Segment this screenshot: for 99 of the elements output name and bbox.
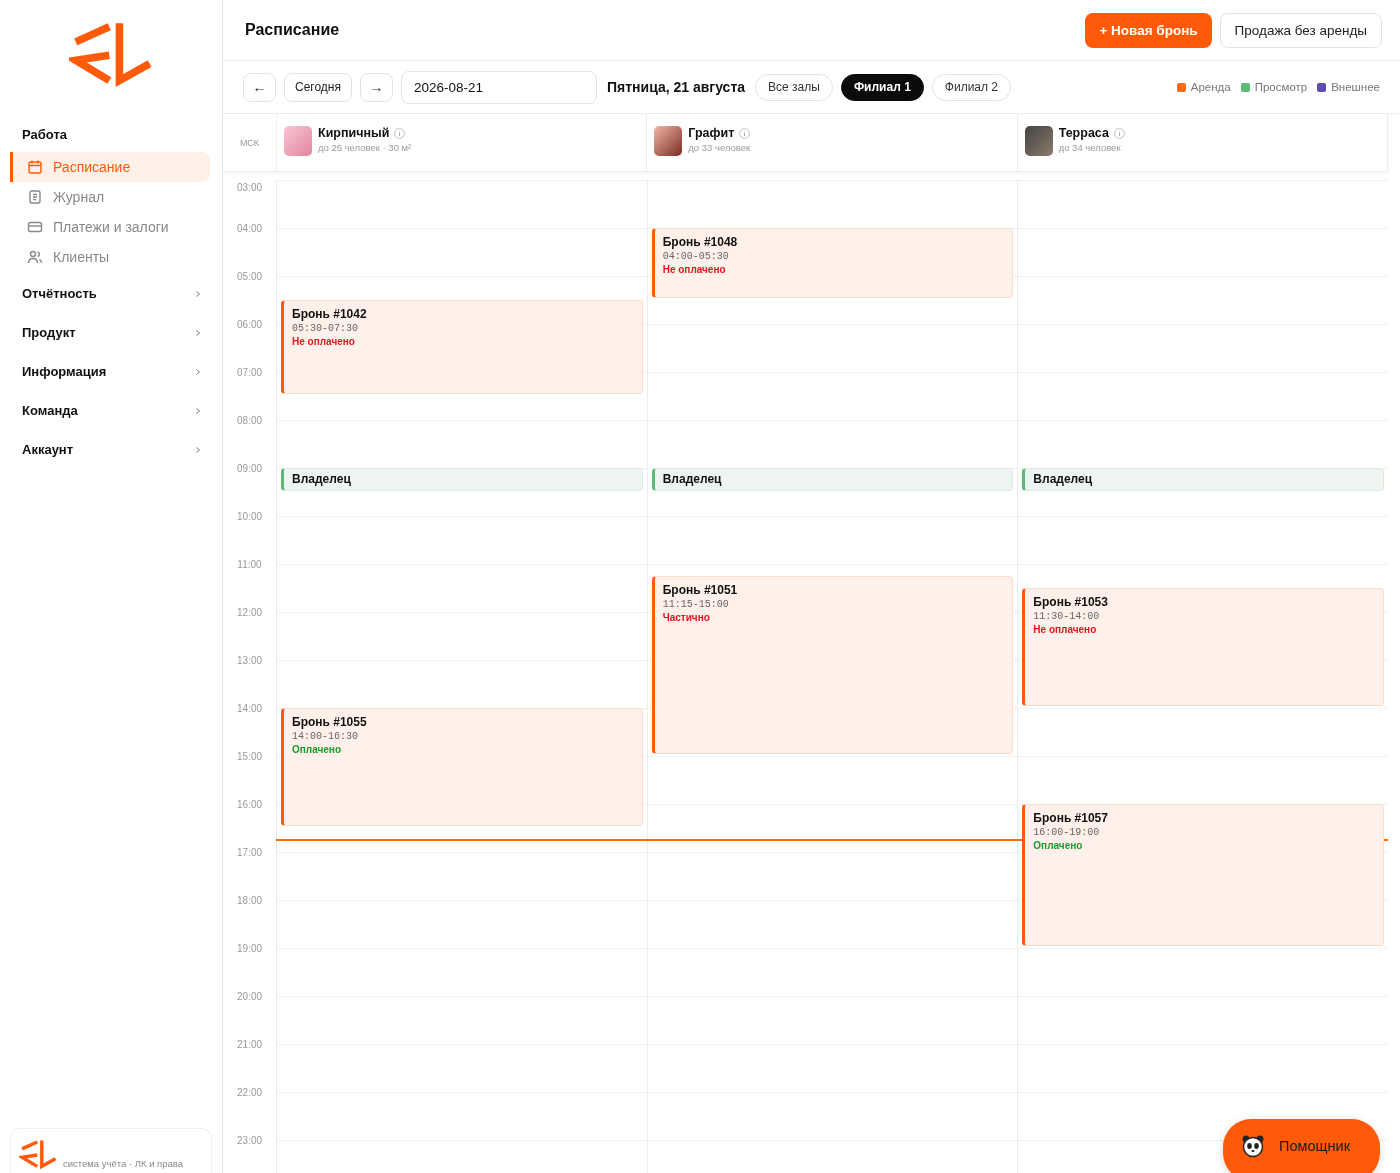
filter-chip[interactable]: Все залы bbox=[755, 73, 833, 101]
legend-label: Внешнее bbox=[1331, 81, 1380, 93]
booking-time: 14:00-16:30 bbox=[292, 731, 359, 742]
booking-title: Бронь #1055 bbox=[292, 715, 368, 729]
document-icon bbox=[27, 189, 43, 206]
booking-title: Бронь #1053 bbox=[1033, 595, 1109, 609]
legend-label: Просмотр bbox=[1254, 81, 1308, 93]
payment-status: Оплачено bbox=[292, 744, 342, 755]
booking-title: Бронь #1051 bbox=[662, 583, 739, 597]
sidebar-section[interactable]: Аккаунт bbox=[10, 432, 210, 468]
room-name: Кирпичный bbox=[318, 126, 390, 140]
booking-title: Бронь #1048 bbox=[662, 235, 739, 249]
booking-time: 16:00-19:00 bbox=[1033, 827, 1101, 838]
booking-title: Бронь #1057 bbox=[1033, 811, 1109, 825]
info-icon[interactable] bbox=[394, 127, 406, 139]
hour-label: 23:00 bbox=[236, 1134, 263, 1146]
owner-block[interactable]: Владелец bbox=[281, 468, 643, 491]
photo-placeholder bbox=[654, 126, 683, 156]
owner-title: Владелец bbox=[662, 472, 723, 486]
chevron-icon bbox=[196, 290, 200, 297]
booking-card[interactable]: Бронь #1053 11:30-14:00 Не оплачено bbox=[1022, 588, 1384, 706]
hour-label: 08:00 bbox=[236, 414, 263, 426]
room-capacity: до 25 человек · 30 м² bbox=[318, 142, 412, 153]
hour-label: 17:00 bbox=[236, 846, 263, 858]
booking-time: 11:15-15:00 bbox=[662, 599, 730, 610]
hour-label: 12:00 bbox=[236, 606, 263, 618]
people-icon bbox=[27, 249, 43, 266]
hour-label: 18:00 bbox=[236, 894, 263, 906]
payment-status: Не оплачено bbox=[292, 336, 356, 347]
hour-label: 13:00 bbox=[236, 654, 263, 666]
calendar-icon bbox=[27, 159, 43, 176]
booking-card[interactable]: Бронь #1042 05:30-07:30 Не оплачено bbox=[281, 300, 643, 394]
chevron-icon bbox=[196, 407, 200, 414]
owner-block[interactable]: Владелец bbox=[651, 468, 1014, 491]
info-icon[interactable] bbox=[1113, 127, 1125, 139]
sidebar-item[interactable]: Клиенты bbox=[10, 242, 210, 273]
sidebar-item[interactable]: Платежи и залоги bbox=[10, 212, 210, 243]
booking-time: 11:30-14:00 bbox=[1033, 611, 1101, 622]
owner-title: Владелец bbox=[1033, 472, 1094, 486]
previous-button[interactable]: ← bbox=[243, 72, 276, 102]
sidebar-section[interactable]: Работа bbox=[10, 117, 210, 153]
sidebar-section[interactable]: Продукт bbox=[10, 315, 210, 351]
sidebar-section[interactable]: Отчётность bbox=[10, 276, 210, 312]
today-button[interactable]: Сегодня bbox=[284, 72, 352, 102]
payment-status: Оплачено bbox=[1033, 840, 1084, 851]
timezone-label: МСК bbox=[223, 114, 277, 171]
hour-label: 05:00 bbox=[236, 270, 263, 282]
room-capacity: до 33 человек bbox=[688, 142, 751, 153]
photo-placeholder bbox=[284, 126, 312, 156]
payment-status: Частично bbox=[662, 612, 711, 623]
hour-label: 20:00 bbox=[236, 990, 263, 1002]
sidebar-section[interactable]: Информация bbox=[10, 354, 210, 390]
room-capacity: до 34 человек bbox=[1058, 142, 1122, 153]
hour-label: 07:00 bbox=[236, 366, 263, 378]
payment-status: Не оплачено bbox=[662, 264, 727, 275]
sale-button[interactable]: Продажа без аренды bbox=[1219, 12, 1382, 48]
booking-title: Бронь #1042 bbox=[292, 307, 368, 321]
booking-card[interactable]: Бронь #1055 14:00-16:30 Оплачено bbox=[281, 708, 643, 826]
booking-card[interactable]: Бронь #1051 11:15-15:00 Частично bbox=[651, 576, 1014, 754]
filter-chip[interactable]: Филиал 1 bbox=[840, 73, 924, 101]
next-button[interactable]: → bbox=[360, 72, 393, 102]
booking-card[interactable]: Бронь #1048 04:00-05:30 Не оплачено bbox=[651, 228, 1014, 298]
hour-label: 22:00 bbox=[236, 1086, 263, 1098]
booking-time: 04:00-05:30 bbox=[662, 251, 730, 262]
chevron-icon bbox=[196, 329, 200, 336]
hour-label: 10:00 bbox=[236, 510, 263, 522]
booking-time: 05:30-07:30 bbox=[292, 323, 359, 334]
assistant-button[interactable]: Помощник bbox=[1223, 1119, 1380, 1173]
filter-chip[interactable]: Филиал 2 bbox=[931, 73, 1012, 101]
hour-label: 16:00 bbox=[236, 798, 263, 810]
payment-status: Не оплачено bbox=[1033, 624, 1098, 635]
photo-placeholder bbox=[1024, 126, 1053, 156]
info-icon[interactable] bbox=[739, 127, 751, 139]
logo-icon bbox=[19, 1138, 57, 1169]
hour-label: 11:00 bbox=[236, 558, 263, 570]
sidebar-section[interactable]: Команда bbox=[10, 393, 210, 429]
chevron-icon bbox=[196, 368, 200, 375]
hour-label: 09:00 bbox=[236, 462, 263, 474]
hour-label: 06:00 bbox=[236, 318, 263, 330]
room-name: Терраса bbox=[1058, 126, 1109, 140]
date-label: Пятница, 21 августа bbox=[607, 79, 746, 95]
date-field[interactable]: 2026-08-21 bbox=[401, 70, 597, 104]
hour-label: 21:00 bbox=[236, 1038, 263, 1050]
logo-icon bbox=[69, 20, 153, 88]
hour-label: 04:00 bbox=[236, 222, 263, 234]
owner-title: Владелец bbox=[292, 472, 352, 486]
chevron-icon bbox=[196, 446, 200, 453]
page-title: Расписание bbox=[245, 21, 340, 39]
booking-card[interactable]: Бронь #1057 16:00-19:00 Оплачено bbox=[1022, 804, 1384, 946]
room-name: Графит bbox=[688, 126, 735, 140]
sidebar-item[interactable]: Журнал bbox=[10, 182, 210, 213]
owner-block[interactable]: Владелец bbox=[1022, 468, 1384, 491]
hour-label: 03:00 bbox=[236, 181, 263, 193]
hour-label: 15:00 bbox=[236, 750, 263, 762]
hour-label: 19:00 bbox=[236, 942, 263, 954]
hour-label: 14:00 bbox=[236, 702, 263, 714]
legend-label: Аренда bbox=[1190, 81, 1231, 93]
brand-caption: система учёта · ЛК и права bbox=[63, 1158, 184, 1169]
panda-icon bbox=[1241, 1134, 1266, 1158]
